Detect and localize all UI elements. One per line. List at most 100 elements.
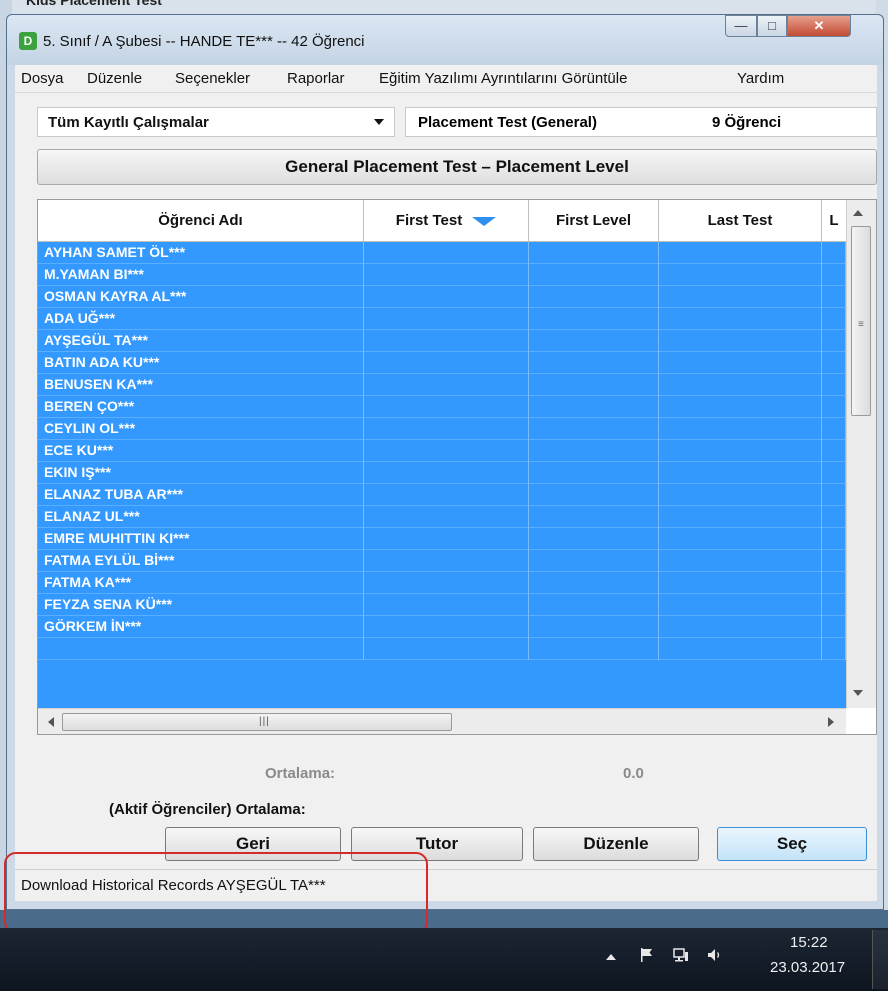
table-cell[interactable] — [659, 286, 822, 308]
volume-icon[interactable] — [706, 946, 724, 964]
table-cell[interactable] — [364, 264, 529, 286]
table-row[interactable]: CEYLIN OL*** — [38, 418, 846, 440]
scroll-left-icon[interactable] — [48, 717, 54, 727]
table-cell[interactable] — [822, 374, 846, 396]
close-button[interactable]: ✕ — [787, 15, 851, 37]
table-cell[interactable] — [529, 550, 659, 572]
table-cell[interactable] — [529, 462, 659, 484]
menu-egitim-yazilimi[interactable]: Eğitim Yazılımı Ayrıntılarını Görüntüle — [379, 70, 627, 87]
table-cell[interactable] — [822, 550, 846, 572]
table-cell[interactable] — [364, 330, 529, 352]
menu-dosya[interactable]: Dosya — [21, 70, 64, 87]
table-row[interactable]: ECE KU*** — [38, 440, 846, 462]
table-cell[interactable] — [529, 330, 659, 352]
table-cell[interactable] — [364, 638, 529, 660]
table-row[interactable]: ELANAZ UL*** — [38, 506, 846, 528]
table-cell[interactable] — [659, 264, 822, 286]
student-name-cell[interactable] — [38, 638, 364, 660]
student-name-cell[interactable]: FATMA KA*** — [38, 572, 364, 594]
table-cell[interactable] — [659, 242, 822, 264]
table-cell[interactable] — [659, 638, 822, 660]
table-cell[interactable] — [659, 528, 822, 550]
table-row[interactable]: EKIN IŞ*** — [38, 462, 846, 484]
table-cell[interactable] — [529, 264, 659, 286]
student-grid[interactable]: Öğrenci Adı First Test First Level Last … — [37, 199, 877, 735]
student-name-cell[interactable]: BATIN ADA KU*** — [38, 352, 364, 374]
table-cell[interactable] — [822, 330, 846, 352]
chevron-down-icon[interactable] — [374, 119, 384, 125]
table-row[interactable]: AYŞEGÜL TA*** — [38, 330, 846, 352]
table-cell[interactable] — [364, 550, 529, 572]
table-row[interactable]: M.YAMAN BI*** — [38, 264, 846, 286]
student-name-cell[interactable]: AYHAN SAMET ÖL*** — [38, 242, 364, 264]
test-heading-bar[interactable]: General Placement Test – Placement Level — [37, 149, 877, 185]
table-cell[interactable] — [364, 396, 529, 418]
student-name-cell[interactable]: EKIN IŞ*** — [38, 462, 364, 484]
table-row[interactable]: FEYZA SENA KÜ*** — [38, 594, 846, 616]
scroll-right-icon[interactable] — [828, 717, 834, 727]
student-name-cell[interactable]: GÖRKEM İN*** — [38, 616, 364, 638]
horizontal-scroll-thumb[interactable]: ||| — [62, 713, 452, 731]
clock-date[interactable]: 23.03.2017 — [770, 959, 845, 976]
column-header-first-test[interactable]: First Test — [364, 200, 529, 242]
vertical-scrollbar[interactable]: ≡ — [846, 200, 876, 708]
table-cell[interactable] — [529, 572, 659, 594]
table-cell[interactable] — [364, 506, 529, 528]
student-name-cell[interactable]: ECE KU*** — [38, 440, 364, 462]
flag-icon[interactable] — [638, 946, 656, 964]
table-cell[interactable] — [822, 242, 846, 264]
table-row[interactable]: OSMAN KAYRA AL*** — [38, 286, 846, 308]
table-cell[interactable] — [529, 374, 659, 396]
table-cell[interactable] — [364, 616, 529, 638]
student-name-cell[interactable]: ADA UĞ*** — [38, 308, 364, 330]
student-name-cell[interactable]: FATMA EYLÜL Bİ*** — [38, 550, 364, 572]
table-cell[interactable] — [659, 308, 822, 330]
table-cell[interactable] — [529, 616, 659, 638]
table-cell[interactable] — [659, 506, 822, 528]
table-cell[interactable] — [822, 352, 846, 374]
column-header-ogrenci-adi[interactable]: Öğrenci Adı — [38, 200, 364, 242]
table-cell[interactable] — [822, 484, 846, 506]
table-cell[interactable] — [659, 352, 822, 374]
student-name-cell[interactable]: BEREN ÇO*** — [38, 396, 364, 418]
table-row[interactable]: BEREN ÇO*** — [38, 396, 846, 418]
duzenle-button[interactable]: Düzenle — [533, 827, 699, 861]
table-cell[interactable] — [659, 616, 822, 638]
column-header-first-level[interactable]: First Level — [529, 200, 659, 242]
table-cell[interactable] — [529, 418, 659, 440]
table-cell[interactable] — [822, 528, 846, 550]
table-cell[interactable] — [822, 286, 846, 308]
table-cell[interactable] — [529, 440, 659, 462]
table-row[interactable]: BATIN ADA KU*** — [38, 352, 846, 374]
table-row[interactable] — [38, 638, 846, 660]
sec-button[interactable]: Seç — [717, 827, 867, 861]
table-cell[interactable] — [364, 484, 529, 506]
table-cell[interactable] — [659, 330, 822, 352]
table-row[interactable]: FATMA EYLÜL Bİ*** — [38, 550, 846, 572]
table-cell[interactable] — [822, 440, 846, 462]
student-name-cell[interactable]: EMRE MUHITTIN KI*** — [38, 528, 364, 550]
table-cell[interactable] — [364, 242, 529, 264]
table-cell[interactable] — [364, 528, 529, 550]
table-cell[interactable] — [659, 462, 822, 484]
table-cell[interactable] — [659, 440, 822, 462]
title-bar[interactable]: D 5. Sınıf / A Şubesi -- HANDE TE*** -- … — [7, 15, 883, 65]
table-cell[interactable] — [822, 594, 846, 616]
table-cell[interactable] — [529, 396, 659, 418]
maximize-button[interactable]: □ — [757, 15, 787, 37]
table-cell[interactable] — [364, 440, 529, 462]
clock-time[interactable]: 15:22 — [790, 934, 828, 951]
column-header-last-level[interactable]: L — [822, 200, 846, 242]
student-name-cell[interactable]: M.YAMAN BI*** — [38, 264, 364, 286]
table-cell[interactable] — [529, 286, 659, 308]
table-cell[interactable] — [364, 418, 529, 440]
scroll-up-icon[interactable] — [853, 210, 863, 216]
student-name-cell[interactable]: ELANAZ UL*** — [38, 506, 364, 528]
table-cell[interactable] — [659, 418, 822, 440]
table-row[interactable]: BENUSEN KA*** — [38, 374, 846, 396]
table-cell[interactable] — [659, 572, 822, 594]
menu-raporlar[interactable]: Raporlar — [287, 70, 345, 87]
table-cell[interactable] — [822, 396, 846, 418]
table-cell[interactable] — [822, 308, 846, 330]
student-name-cell[interactable]: AYŞEGÜL TA*** — [38, 330, 364, 352]
